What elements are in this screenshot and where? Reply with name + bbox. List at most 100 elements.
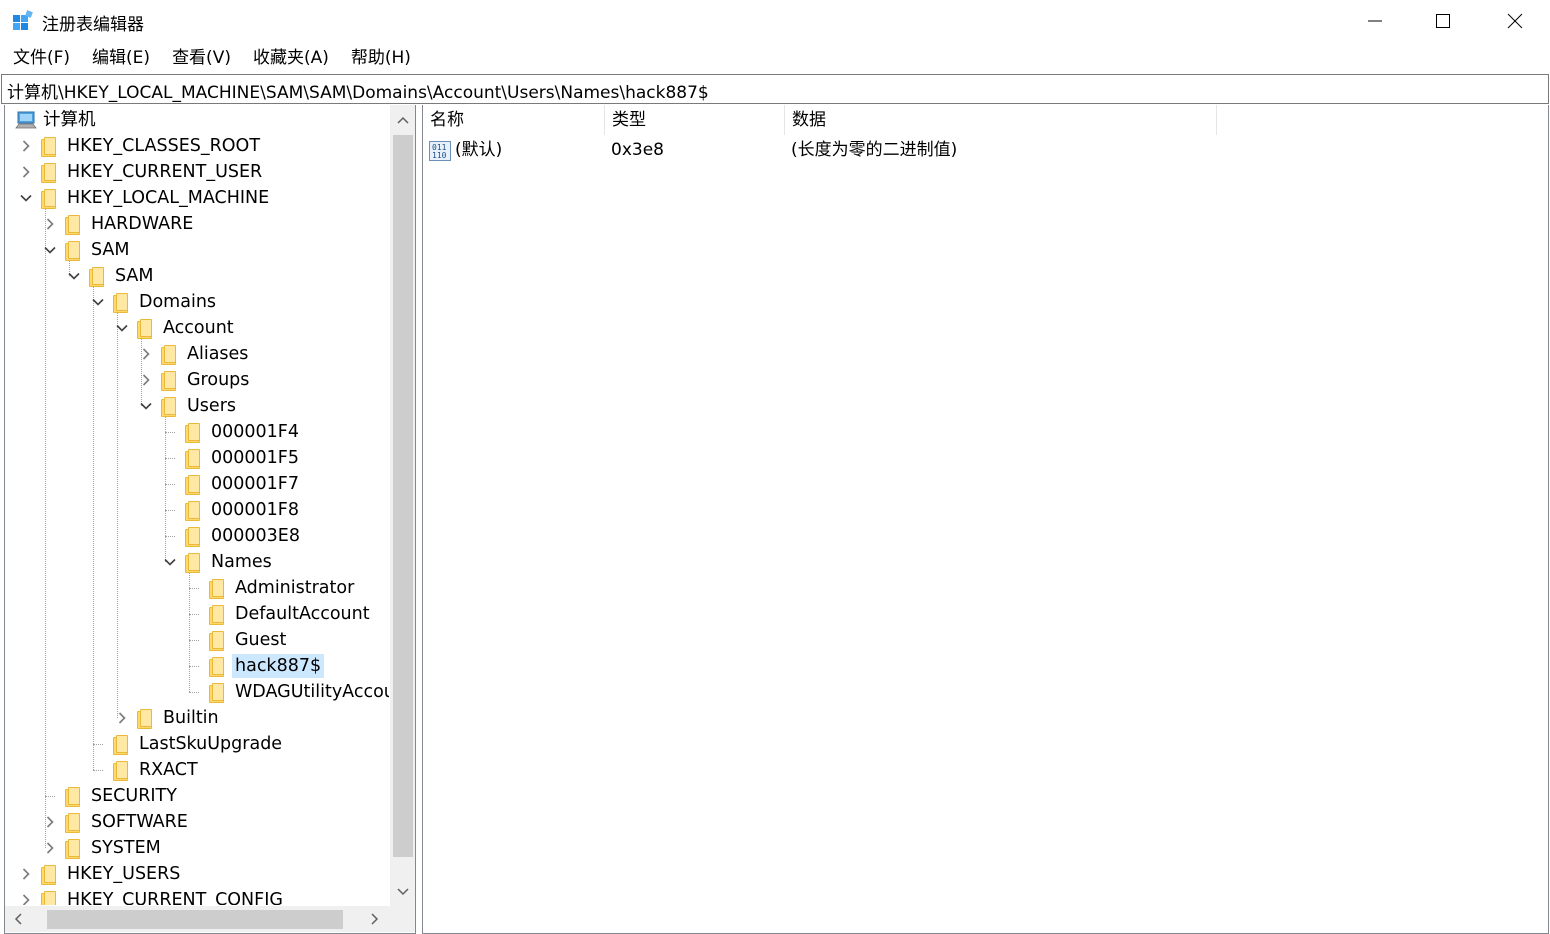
tree-expander[interactable] <box>42 814 58 830</box>
chevron-right-icon <box>22 894 30 905</box>
value-row-name[interactable]: (默认) <box>455 137 502 163</box>
tree-expander[interactable] <box>18 164 34 180</box>
key-tree-pane[interactable]: 计算机 HKEY_CLASSES_ROOT HKEY_CURRENT_USER HK… <box>4 105 416 934</box>
minimize-button[interactable] <box>1340 0 1410 42</box>
tree-item-users[interactable]: Users <box>161 393 239 419</box>
tree-item-wdagutilityaccou[interactable]: WDAGUtilityAccou <box>209 679 389 705</box>
tree-expander[interactable] <box>138 346 154 362</box>
tree-item-hkey-local-machine[interactable]: HKEY_LOCAL_MACHINE <box>41 185 272 211</box>
tree-expander[interactable] <box>66 268 82 284</box>
tree-item-label: RXACT <box>139 760 198 780</box>
chevron-down-icon <box>92 298 104 306</box>
menu-file[interactable]: 文件(F) <box>0 44 81 72</box>
menu-edit[interactable]: 编辑(E) <box>81 44 161 72</box>
tree-item-lastskuupgrade[interactable]: LastSkuUpgrade <box>113 731 285 757</box>
tree-expander[interactable] <box>114 710 130 726</box>
menu-bar: 文件(F) 编辑(E) 查看(V) 收藏夹(A) 帮助(H) <box>0 44 422 72</box>
tree-expander[interactable] <box>90 294 106 310</box>
column-header-name[interactable]: 名称 <box>423 105 605 135</box>
tree-item-label: Builtin <box>163 708 219 728</box>
tree-expander[interactable] <box>42 242 58 258</box>
chevron-right-icon <box>46 842 54 854</box>
tree-item-groups[interactable]: Groups <box>161 367 252 393</box>
folder-icon <box>137 709 152 729</box>
tree-item-000001f7[interactable]: 000001F7 <box>185 471 302 497</box>
tree-item-administrator[interactable]: Administrator <box>209 575 357 601</box>
menu-help[interactable]: 帮助(H) <box>340 44 422 72</box>
tree-expander[interactable] <box>18 866 34 882</box>
folder-icon <box>41 865 56 885</box>
tree-connector-line <box>189 640 199 641</box>
tree-item-guest[interactable]: Guest <box>209 627 289 653</box>
tree-item-domains[interactable]: Domains <box>113 289 219 315</box>
tree-item-sam[interactable]: SAM <box>89 263 157 289</box>
tree-item-defaultaccount[interactable]: DefaultAccount <box>209 601 373 627</box>
address-path[interactable]: 计算机\HKEY_LOCAL_MACHINE\SAM\SAM\Domains\A… <box>7 78 709 103</box>
tree-item-label: HKEY_LOCAL_MACHINE <box>67 188 270 208</box>
tree-item-000001f8[interactable]: 000001F8 <box>185 497 302 523</box>
tree-connector-line <box>165 432 175 433</box>
folder-icon <box>161 371 176 391</box>
tree-item-label: Account <box>163 318 234 338</box>
tree-expander[interactable] <box>18 190 34 206</box>
tree-item-system[interactable]: SYSTEM <box>65 835 164 861</box>
menu-view[interactable]: 查看(V) <box>161 44 242 72</box>
tree-expander[interactable] <box>42 840 58 856</box>
column-header-data[interactable]: 数据 <box>785 105 1217 135</box>
tree-expander[interactable] <box>138 372 154 388</box>
tree-item-label: Groups <box>187 370 250 390</box>
folder-icon <box>185 449 200 469</box>
folder-icon <box>161 345 176 365</box>
tree-item-software[interactable]: SOFTWARE <box>65 809 191 835</box>
tree-connector-line <box>165 484 175 485</box>
tree-item-label: WDAGUtilityAccou <box>235 682 389 702</box>
tree-item-builtin[interactable]: Builtin <box>137 705 222 731</box>
tree-item-000003e8[interactable]: 000003E8 <box>185 523 303 549</box>
tree-item-computer[interactable]: 计算机 <box>15 107 99 133</box>
close-button[interactable] <box>1480 0 1550 42</box>
tree-item-000001f5[interactable]: 000001F5 <box>185 445 302 471</box>
tree-item-hack887-[interactable]: hack887$ <box>209 653 325 679</box>
tree-item-account[interactable]: Account <box>137 315 237 341</box>
tree-expander[interactable] <box>18 892 34 905</box>
maximize-button[interactable] <box>1408 0 1478 42</box>
chevron-right-icon <box>142 348 150 360</box>
tree-item-sam[interactable]: SAM <box>65 237 133 263</box>
scroll-right-button[interactable] <box>364 908 386 930</box>
tree-item-rxact[interactable]: RXACT <box>113 757 201 783</box>
tree-item-label: HKEY_USERS <box>67 864 181 884</box>
tree-item-000001f4[interactable]: 000001F4 <box>185 419 302 445</box>
tree-item-label: HKEY_CURRENT_USER <box>67 162 263 182</box>
scroll-thumb[interactable] <box>393 135 413 857</box>
tree-vertical-scrollbar[interactable] <box>390 105 415 906</box>
tree-connector-line <box>45 207 46 848</box>
scroll-down-button[interactable] <box>392 881 414 903</box>
scroll-up-button[interactable] <box>392 109 414 131</box>
column-header-type[interactable]: 类型 <box>605 105 785 135</box>
tree-item-security[interactable]: SECURITY <box>65 783 180 809</box>
tree-expander[interactable] <box>114 320 130 336</box>
scroll-left-button[interactable] <box>7 908 29 930</box>
tree-item-names[interactable]: Names <box>185 549 275 575</box>
tree-item-hkey-current-config[interactable]: HKEY_CURRENT_CONFIG <box>41 887 286 905</box>
tree-expander[interactable] <box>162 554 178 570</box>
menu-favorites[interactable]: 收藏夹(A) <box>242 44 340 72</box>
tree-item-hkey-users[interactable]: HKEY_USERS <box>41 861 183 887</box>
tree-item-hkey-current-user[interactable]: HKEY_CURRENT_USER <box>41 159 265 185</box>
address-bar[interactable]: 计算机\HKEY_LOCAL_MACHINE\SAM\SAM\Domains\A… <box>1 74 1549 104</box>
values-list-pane[interactable]: 名称 类型 数据 011 110 (默认) 0x3e8 (长度为零的二进制值) <box>422 105 1549 934</box>
tree-expander[interactable] <box>18 138 34 154</box>
title-bar: 注册表编辑器 <box>0 0 1550 42</box>
tree-item-hkey-classes-root[interactable]: HKEY_CLASSES_ROOT <box>41 133 263 159</box>
tree-expander[interactable] <box>42 216 58 232</box>
tree-horizontal-scrollbar[interactable] <box>5 906 390 932</box>
horizontal-scroll-thumb[interactable] <box>47 910 343 929</box>
folder-icon <box>65 787 80 807</box>
tree-item-aliases[interactable]: Aliases <box>161 341 251 367</box>
close-icon <box>1507 13 1523 29</box>
window-title: 注册表编辑器 <box>42 15 144 35</box>
tree-item-label: hack887$ <box>232 654 325 678</box>
binary-value-icon: 011 110 <box>429 141 451 161</box>
tree-expander[interactable] <box>138 398 154 414</box>
tree-item-hardware[interactable]: HARDWARE <box>65 211 196 237</box>
